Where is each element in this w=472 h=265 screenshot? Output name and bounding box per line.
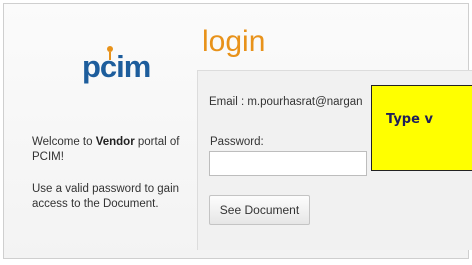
login-title: login: [202, 25, 266, 58]
password-label: Password:: [210, 136, 264, 148]
see-document-button[interactable]: See Document: [209, 195, 310, 225]
password-input[interactable]: [209, 151, 367, 176]
welcome-text: Welcome to Vendor portal of PCIM!: [32, 135, 192, 165]
logo-accent-stem: [109, 52, 111, 60]
tooltip-text: Type v: [386, 112, 433, 127]
welcome-prefix: Welcome to: [32, 136, 96, 148]
pcim-logo: pcim: [82, 46, 152, 96]
instruction-tooltip: Type v: [371, 85, 472, 171]
welcome-bold: Vendor: [95, 136, 135, 148]
password-note: Use a valid password to gain access to t…: [32, 183, 180, 210]
email-display: Email : m.pourhasrat@nargan: [209, 96, 363, 108]
logo-text: pcim: [82, 49, 151, 84]
logo-accent-dot: [107, 46, 113, 52]
